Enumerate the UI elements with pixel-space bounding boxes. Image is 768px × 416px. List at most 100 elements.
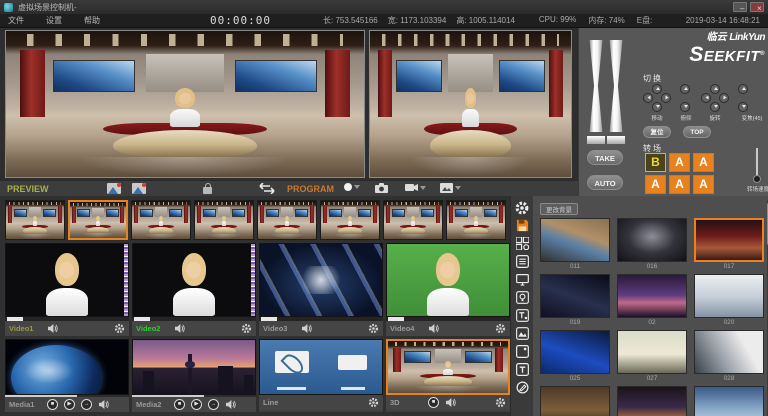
reset-button[interactable]: 复位 bbox=[643, 126, 671, 138]
menu-help[interactable]: 帮助 bbox=[84, 15, 100, 26]
video-capture-button[interactable] bbox=[405, 183, 426, 192]
menu-settings[interactable]: 设置 bbox=[46, 15, 62, 26]
save-icon[interactable] bbox=[514, 218, 530, 233]
scene-025[interactable]: 025 bbox=[540, 330, 610, 383]
gear-icon[interactable] bbox=[495, 323, 506, 334]
transition-cell-a3[interactable]: A bbox=[645, 175, 666, 194]
transition-cell-a2[interactable]: A bbox=[693, 153, 714, 172]
next-button[interactable]: → bbox=[208, 399, 219, 410]
snapshot-image-icon[interactable] bbox=[107, 183, 121, 194]
speaker-icon[interactable] bbox=[98, 400, 109, 409]
record-button[interactable] bbox=[344, 183, 360, 191]
scene-016[interactable]: 016 bbox=[617, 218, 687, 271]
scene3d-thumbnail-selected[interactable] bbox=[386, 339, 510, 395]
lock-icon[interactable] bbox=[203, 183, 212, 194]
move-down-button[interactable] bbox=[652, 102, 662, 112]
play-button[interactable]: ▶ bbox=[64, 399, 75, 410]
stop-button[interactable]: ■ bbox=[47, 399, 58, 410]
transition-cell-a1[interactable]: A bbox=[669, 153, 690, 172]
playlist-icon[interactable] bbox=[514, 254, 530, 269]
video4-volume-slider[interactable] bbox=[386, 317, 510, 321]
scene-019[interactable]: 019 bbox=[540, 274, 610, 327]
scene-02[interactable]: 02 bbox=[617, 274, 687, 327]
monitor-icon[interactable] bbox=[514, 272, 530, 287]
move-left-button[interactable] bbox=[643, 93, 653, 103]
shot-thumbnail-7[interactable] bbox=[383, 200, 443, 240]
media1-progress[interactable] bbox=[5, 395, 129, 397]
next-button[interactable]: → bbox=[81, 399, 92, 410]
media1-thumbnail[interactable] bbox=[5, 339, 129, 395]
transition-cell-b[interactable]: B bbox=[645, 153, 666, 172]
rotate-left-button[interactable] bbox=[701, 93, 711, 103]
video3-volume-slider[interactable] bbox=[259, 317, 383, 321]
zoom-out-button[interactable] bbox=[738, 102, 748, 112]
play-button[interactable]: ▶ bbox=[191, 399, 202, 410]
media2-thumbnail[interactable] bbox=[132, 339, 256, 395]
slider-knob[interactable] bbox=[753, 175, 761, 183]
pitch-down-button[interactable] bbox=[680, 102, 690, 112]
layout-grid-icon[interactable] bbox=[514, 236, 530, 251]
swap-icon[interactable] bbox=[256, 183, 278, 194]
speaker-icon[interactable] bbox=[445, 398, 456, 407]
close-button[interactable]: × bbox=[750, 2, 764, 12]
gear-icon[interactable] bbox=[114, 323, 125, 334]
video1-thumbnail[interactable] bbox=[5, 243, 129, 317]
text-icon[interactable] bbox=[514, 362, 530, 377]
transition-speed-slider[interactable]: 转场速度 bbox=[747, 148, 767, 193]
zoom-in-button[interactable] bbox=[738, 84, 748, 94]
rotate-down-button[interactable] bbox=[710, 102, 720, 112]
region-icon[interactable] bbox=[514, 344, 530, 359]
speaker-icon[interactable] bbox=[428, 324, 439, 333]
change-background-button[interactable]: 更改背景 bbox=[540, 203, 578, 215]
take-button[interactable]: TAKE bbox=[587, 150, 623, 165]
image-export-button[interactable] bbox=[440, 183, 461, 193]
speaker-icon[interactable] bbox=[47, 324, 58, 333]
rotate-up-button[interactable] bbox=[710, 84, 720, 94]
overlay-image-icon[interactable] bbox=[132, 183, 146, 194]
scene-017-selected[interactable]: 017 bbox=[694, 218, 764, 271]
shot-thumbnail-1[interactable] bbox=[5, 200, 65, 240]
shot-thumbnail-3[interactable] bbox=[131, 200, 191, 240]
camera-snapshot-button[interactable] bbox=[375, 183, 388, 193]
bulb-icon[interactable] bbox=[514, 290, 530, 305]
scene-020[interactable]: 020 bbox=[694, 274, 764, 327]
minimize-button[interactable]: – bbox=[733, 2, 747, 12]
scene-extra-1[interactable] bbox=[540, 386, 610, 416]
scene-027[interactable]: 027 bbox=[617, 330, 687, 383]
speaker-icon[interactable] bbox=[225, 400, 236, 409]
speaker-icon[interactable] bbox=[174, 324, 185, 333]
auto-button[interactable]: AUTO bbox=[587, 175, 623, 190]
shot-thumbnail-5[interactable] bbox=[257, 200, 317, 240]
transition-cell-a4[interactable]: A bbox=[669, 175, 690, 194]
scene-028[interactable]: 028 bbox=[694, 330, 764, 383]
gear-icon[interactable] bbox=[368, 323, 379, 334]
move-up-button[interactable] bbox=[652, 84, 662, 94]
move-right-button[interactable] bbox=[661, 93, 671, 103]
video2-thumbnail[interactable] bbox=[132, 243, 256, 317]
image-layer-icon[interactable] bbox=[514, 326, 530, 341]
shot-thumbnail-6[interactable] bbox=[320, 200, 380, 240]
video1-volume-slider[interactable] bbox=[5, 317, 129, 321]
scene-extra-2[interactable] bbox=[617, 386, 687, 416]
media2-progress[interactable] bbox=[132, 395, 256, 397]
scene-011[interactable]: 011 bbox=[540, 218, 610, 271]
line-thumbnail[interactable] bbox=[259, 339, 383, 395]
t-bar-fader[interactable] bbox=[588, 40, 626, 144]
gear-icon[interactable] bbox=[495, 397, 506, 408]
stop-button[interactable]: ■ bbox=[174, 399, 185, 410]
pitch-up-button[interactable] bbox=[680, 84, 690, 94]
gear-icon[interactable] bbox=[241, 323, 252, 334]
stop-button[interactable]: ■ bbox=[428, 397, 439, 408]
top-button[interactable]: TOP bbox=[683, 126, 711, 138]
shot-thumbnail-8[interactable] bbox=[446, 200, 506, 240]
subtitle-icon[interactable] bbox=[514, 308, 530, 323]
speaker-icon[interactable] bbox=[301, 324, 312, 333]
video3-thumbnail[interactable] bbox=[259, 243, 383, 317]
rotate-right-button[interactable] bbox=[719, 93, 729, 103]
settings-gear-icon[interactable] bbox=[514, 200, 530, 215]
transition-cell-a5[interactable]: A bbox=[693, 175, 714, 194]
shot-thumbnail-4[interactable] bbox=[194, 200, 254, 240]
shot-thumbnail-2-selected[interactable] bbox=[68, 200, 128, 240]
video4-thumbnail[interactable] bbox=[386, 243, 510, 317]
stamp-pen-icon[interactable] bbox=[514, 380, 530, 395]
